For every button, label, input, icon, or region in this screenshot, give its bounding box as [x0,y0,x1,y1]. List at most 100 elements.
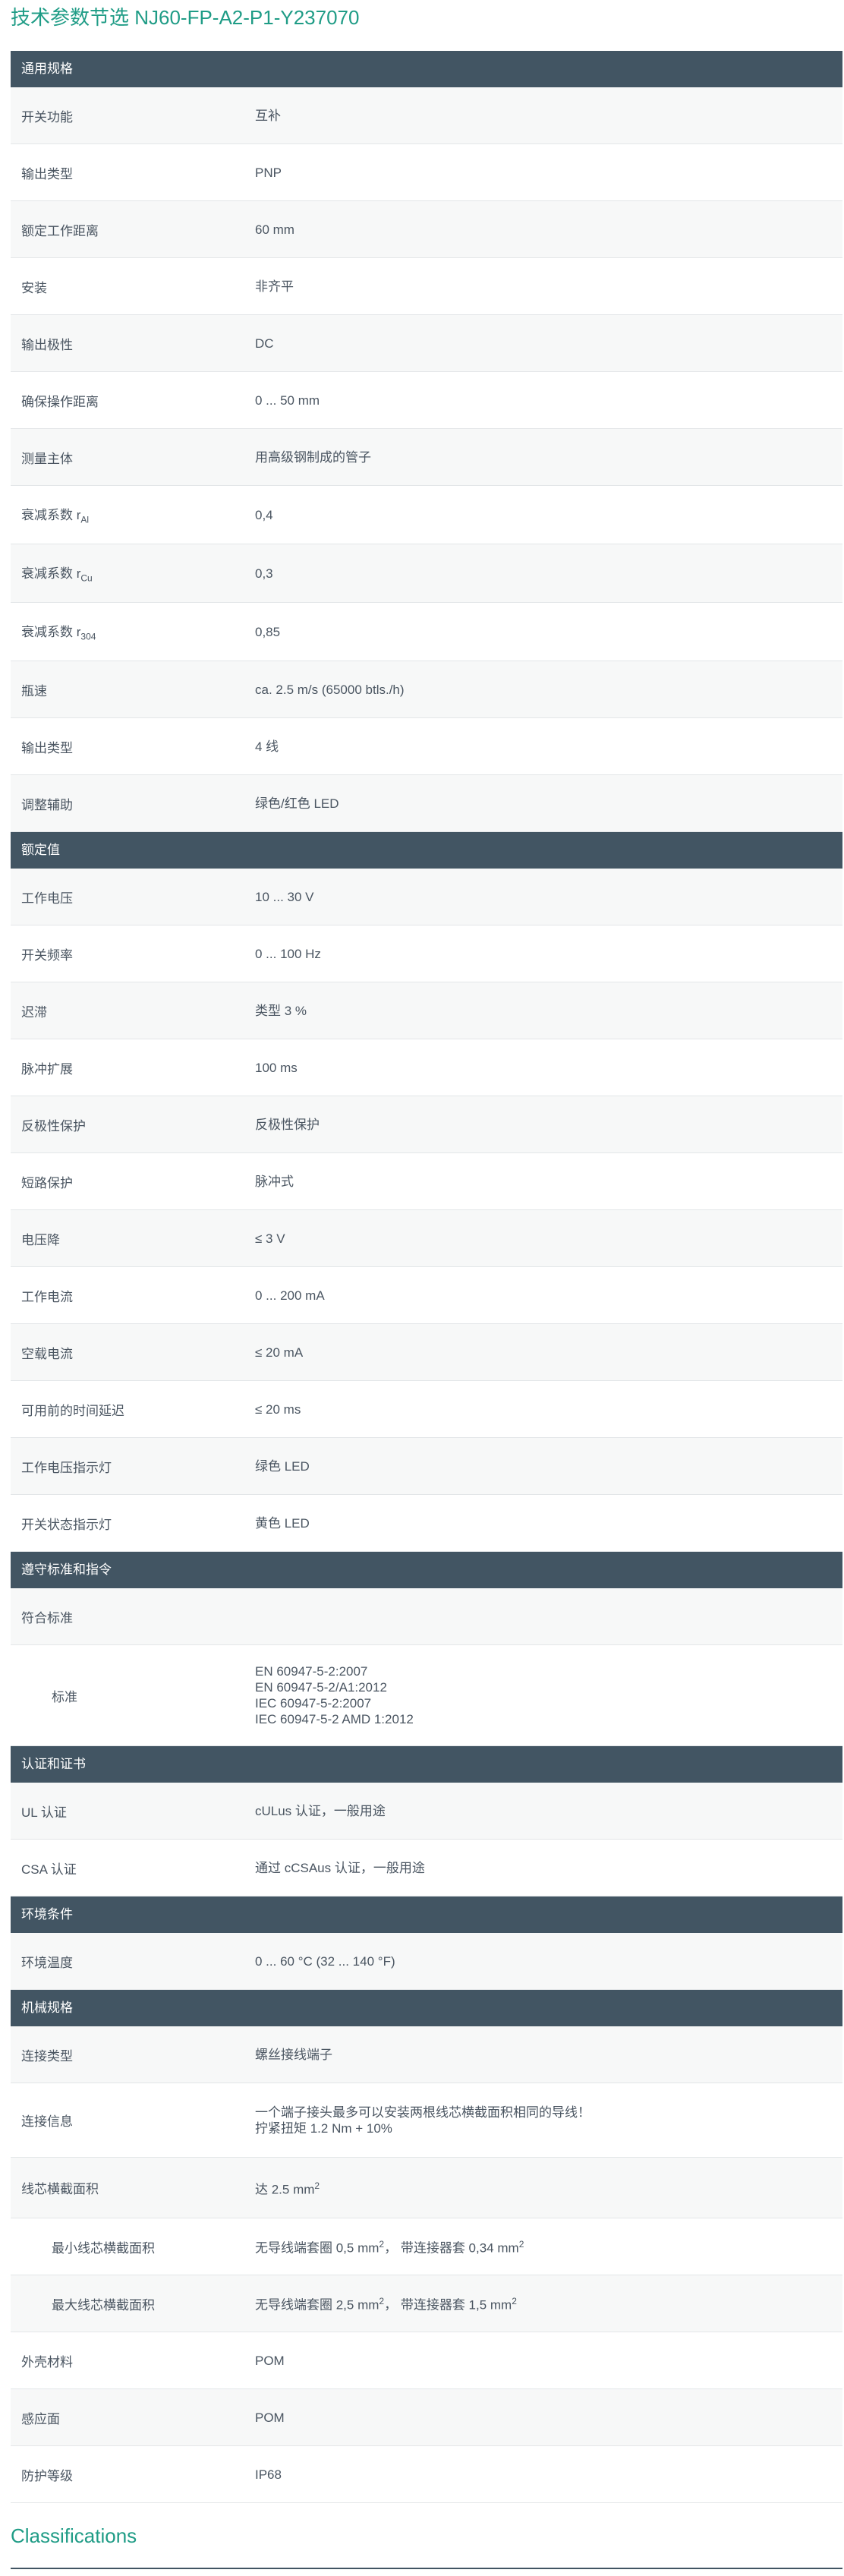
spec-label-text: 工作电流 [21,1289,73,1304]
spec-value-text: 反极性保护 [255,1117,320,1132]
spec-label: 感应面 [11,2408,255,2427]
spec-value-text: 脉冲式 [255,1174,294,1189]
spec-label-text: 开关功能 [21,109,73,125]
spec-value: 0,85 [255,624,842,640]
spec-label-text: 确保操作距离 [21,394,99,409]
spec-value-text: 绿色 LED [255,1458,310,1474]
spec-label: 额定工作距离 [11,220,255,239]
spec-row: 连接信息 一个端子接头最多可以安装两根线芯横截面积相同的导线！ 拧紧扭矩 1.2 N… [11,2083,842,2158]
spec-row: 电压降 ≤ 3 V [11,1210,842,1267]
spec-value: 0 ... 200 mA [255,1288,842,1304]
section-header[interactable]: 机械规格 [11,1990,842,2026]
spec-value: cULus 认证，一般用途 [255,1803,842,1819]
spec-value: 10 ... 30 V [255,889,842,905]
spec-value: 非齐平 [255,279,842,295]
spec-label-text: 瓶速 [21,683,47,698]
spec-row: 测量主体 用高级钢制成的管子 [11,429,842,486]
spec-row: 额定工作距离 60 mm [11,201,842,258]
spec-value: PNP [255,165,842,181]
spec-value-text: 10 ... 30 V [255,889,314,904]
spec-value-text: 无导线端套圈 2,5 mm [255,2297,379,2313]
spec-label-text: 测量主体 [21,451,73,466]
spec-row: CSA 认证 通过 cCSAus 认证，一般用途 [11,1840,842,1897]
spec-value-line: EN 60947-5-2:2007 [255,1664,368,1679]
section-header[interactable]: 环境条件 [11,1897,842,1933]
spec-label-text: 输出类型 [21,740,73,755]
spec-label-text: 标准 [52,1689,77,1704]
section-header[interactable]: 额定值 [11,832,842,869]
spec-row: 最大线芯横截面积 无导线端套圈 2,5 mm2， 带连接器套 1,5 mm2 [11,2275,842,2332]
spec-row: 输出极性 DC [11,315,842,372]
spec-label: 瓶速 [11,680,255,699]
spec-value-superscript: 2 [314,2180,320,2191]
spec-value-text: 用高级钢制成的管子 [255,449,371,465]
spec-value: 0 ... 100 Hz [255,946,842,962]
spec-value-text: 0 ... 60 °C (32 ... 140 °F) [255,1953,395,1969]
spec-label-text: 外壳材料 [21,2354,73,2369]
spec-value-text: 0 ... 200 mA [255,1288,325,1303]
spec-value: 黄色 LED [255,1515,842,1531]
spec-table: 通用规格开关功能 互补输出类型 PNP 额定工作距离 60 mm 安装 非齐平输出极性 DC 确… [11,51,842,2503]
spec-row: 输出类型 PNP [11,144,842,201]
spec-label-text: 短路保护 [21,1175,73,1190]
spec-value-text: ca. 2.5 m/s (65000 btls./h) [255,682,405,697]
spec-label: 短路保护 [11,1172,255,1191]
section-header[interactable]: 通用规格 [11,51,842,87]
classifications-divider [11,2568,842,2569]
spec-label-text: 工作电压 [21,891,73,906]
spec-label-text: 符合标准 [21,1610,73,1625]
spec-value-text: 达 2.5 mm [255,2182,315,2197]
spec-row: 工作电流 0 ... 200 mA [11,1267,842,1324]
spec-value-text: 非齐平 [255,279,294,294]
spec-value-text: 0,3 [255,566,273,581]
spec-value: 60 mm [255,222,842,238]
spec-value-text: 互补 [255,108,281,123]
spec-value: ca. 2.5 m/s (65000 btls./h) [255,682,842,698]
section-header[interactable]: 遵守标准和指令 [11,1552,842,1588]
spec-label: 输出类型 [11,737,255,756]
spec-value: DC [255,336,842,352]
spec-value-text: 0 ... 50 mm [255,393,320,408]
spec-value-line: 拧紧扭矩 1.2 Nm + 10% [255,2120,392,2136]
spec-label: 输出类型 [11,163,255,182]
classifications-heading[interactable]: Classifications [11,2524,137,2548]
spec-value: 无导线端套圈 2,5 mm2， 带连接器套 1,5 mm2 [255,2294,842,2313]
spec-value-superscript: 2 [518,2239,524,2250]
spec-row: 工作电压 10 ... 30 V [11,869,842,925]
spec-label-subscript: 304 [80,631,96,642]
spec-value-text: ≤ 20 ms [255,1402,301,1417]
spec-value: 绿色 LED [255,1458,842,1474]
spec-value-text: 黄色 LED [255,1515,310,1531]
spec-label-text: 连接信息 [21,2114,73,2129]
spec-row: UL 认证 cULus 认证，一般用途 [11,1783,842,1840]
spec-row: 可用前的时间延迟 ≤ 20 ms [11,1381,842,1438]
spec-value-text: PNP [255,165,282,180]
spec-value: 互补 [255,108,842,124]
spec-label-subscript: Cu [80,572,93,584]
spec-label: 输出极性 [11,334,255,353]
spec-value: 脉冲式 [255,1174,842,1190]
spec-value: POM [255,2410,842,2426]
spec-row: 外壳材料 POM [11,2332,842,2389]
spec-label: 安装 [11,277,255,296]
section-rows: 工作电压 10 ... 30 V 开关频率 0 ... 100 Hz 迟滞 类型 3 % 脉… [11,869,842,1552]
spec-row: 迟滞 类型 3 % [11,982,842,1039]
spec-label-text: 安装 [21,280,47,295]
spec-label-text: 最小线芯横截面积 [52,2240,155,2256]
section-header[interactable]: 认证和证书 [11,1746,842,1783]
section-rows: 开关功能 互补输出类型 PNP 额定工作距离 60 mm 安装 非齐平输出极性 DC 确保操作距… [11,87,842,832]
section-rows: 连接类型 螺丝接线端子 连接信息 一个端子接头最多可以安装两根线芯横截面积相同的导线！… [11,2026,842,2503]
spec-row: 防护等级 IP68 [11,2446,842,2503]
spec-label-text: 可用前的时间延迟 [21,1403,124,1418]
spec-value-text: ≤ 3 V [255,1231,285,1246]
spec-value-text: ≤ 20 mA [255,1345,304,1360]
spec-label-text: 输出类型 [21,166,73,181]
spec-label: 测量主体 [11,448,255,467]
spec-value-text: 4 线 [255,739,279,754]
spec-row: 开关频率 0 ... 100 Hz [11,925,842,982]
spec-value-line: IEC 60947-5-2 AMD 1:2012 [255,1712,414,1726]
spec-value-line: IEC 60947-5-2:2007 [255,1696,372,1711]
spec-row: 连接类型 螺丝接线端子 [11,2026,842,2083]
spec-value-text: cULus 认证，一般用途 [255,1803,386,1818]
spec-label-text: 线芯横截面积 [21,2182,99,2196]
